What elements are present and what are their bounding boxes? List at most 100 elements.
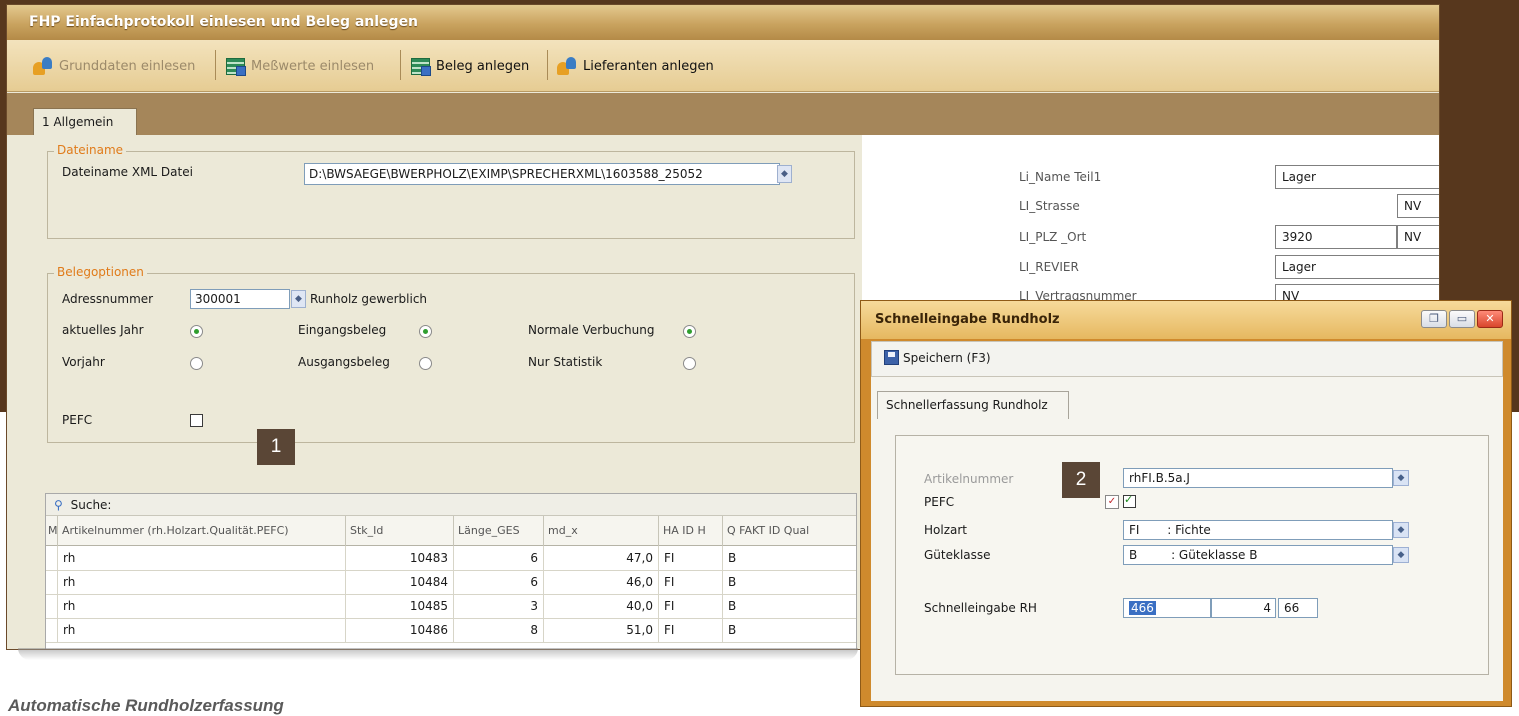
dialog-form-panel: Artikelnummer rhFI.B.5a.J ◆ PEFC ✓ Holza… bbox=[895, 435, 1489, 675]
belegoptionen-group: Belegoptionen Adressnummer 300001 ◆ Runh… bbox=[47, 265, 855, 443]
nur-statistik-radio[interactable] bbox=[683, 357, 696, 370]
tab-schnellerfassung[interactable]: Schnellerfassung Rundholz bbox=[877, 391, 1069, 419]
pefc-label: PEFC bbox=[62, 413, 93, 427]
normale-verbuchung-radio[interactable] bbox=[683, 325, 696, 338]
column-header[interactable]: Q FAKT ID Qual bbox=[723, 516, 856, 546]
dateiname-xml-input[interactable]: D:\BWSAEGE\BWERPHOLZ\EXIMP\SPRECHERXML\1… bbox=[304, 163, 780, 185]
table-cell: FI bbox=[659, 570, 723, 594]
table-cell: rh bbox=[58, 618, 346, 642]
floppy-disk-icon bbox=[884, 350, 899, 365]
holzart-select[interactable]: FI : Fichte bbox=[1123, 520, 1393, 540]
table-cell: FI bbox=[659, 618, 723, 642]
aktuelles-jahr-radio[interactable] bbox=[190, 325, 203, 338]
adressnummer-spin-icon[interactable]: ◆ bbox=[291, 290, 306, 308]
aktuelles-jahr-label: aktuelles Jahr bbox=[62, 323, 144, 337]
toolbar-separator bbox=[547, 50, 548, 80]
adressnummer-input[interactable]: 300001 bbox=[190, 289, 290, 309]
vorjahr-radio[interactable] bbox=[190, 357, 203, 370]
li-plz-field[interactable]: 3920 bbox=[1275, 225, 1397, 249]
tab-allgemein[interactable]: 1 Allgemein bbox=[33, 108, 137, 136]
table-cell: rh bbox=[58, 546, 346, 570]
artikelnummer-input[interactable]: rhFI.B.5a.J bbox=[1123, 468, 1393, 488]
table-row[interactable]: rh 10484 6 46,0 FI B bbox=[46, 570, 856, 595]
edit-pencil-icon[interactable]: ✓ bbox=[1105, 495, 1119, 509]
beleg-anlegen-button[interactable]: Beleg anlegen bbox=[410, 53, 529, 79]
table-cell: rh bbox=[58, 594, 346, 618]
restore-icon[interactable]: ❐ bbox=[1421, 310, 1447, 328]
li-strasse-label: LI_Strasse bbox=[1019, 199, 1080, 213]
artikelnummer-spin-icon[interactable]: ◆ bbox=[1393, 470, 1409, 486]
column-header[interactable]: HA ID H bbox=[659, 516, 723, 546]
table-cell: 10484 bbox=[346, 570, 454, 594]
messwerte-einlesen-button[interactable]: Meßwerte einlesen bbox=[225, 53, 374, 79]
schnelleingabe-input[interactable]: 466 bbox=[1123, 598, 1211, 618]
data-grid: ⚲ Suche: M Artikelnummer (rh.Holzart.Qua… bbox=[45, 493, 857, 649]
gueteklasse-dropdown-icon[interactable]: ◆ bbox=[1393, 547, 1409, 563]
laenge-field[interactable]: 66 bbox=[1278, 598, 1318, 618]
pefc-checkbox[interactable] bbox=[190, 414, 203, 427]
table-cell: 6 bbox=[454, 570, 544, 594]
table-row[interactable]: rh 10483 6 47,0 FI B bbox=[46, 546, 856, 571]
holzart-label: Holzart bbox=[924, 523, 967, 537]
minimize-icon[interactable]: ▭ bbox=[1449, 310, 1475, 328]
table-cell bbox=[46, 594, 58, 618]
table-cell: 10483 bbox=[346, 546, 454, 570]
runholz-label: Runholz gewerblich bbox=[310, 292, 428, 306]
column-header[interactable]: Länge_GES bbox=[454, 516, 544, 546]
speichern-button[interactable]: Speichern (F3) bbox=[884, 350, 991, 365]
dialog-pefc-checkbox[interactable] bbox=[1123, 493, 1136, 508]
gueteklasse-select[interactable]: B : Güteklasse B bbox=[1123, 545, 1393, 565]
people-icon bbox=[33, 56, 53, 76]
li-name-field[interactable]: Lager bbox=[1275, 165, 1439, 189]
normale-verbuchung-label: Normale Verbuchung bbox=[528, 323, 655, 337]
schnelleingabe-dialog: Schnelleingabe Rundholz ❐ ▭ ✕ Speichern … bbox=[860, 300, 1512, 707]
li-name-label: Li_Name Teil1 bbox=[1019, 170, 1102, 184]
dateiname-legend: Dateiname bbox=[54, 143, 127, 157]
vorjahr-label: Vorjahr bbox=[62, 355, 105, 369]
holzart-name: : Fichte bbox=[1167, 523, 1211, 537]
gueteklasse-code: B bbox=[1129, 548, 1138, 562]
people-icon bbox=[557, 56, 577, 76]
table-cell: B bbox=[723, 594, 856, 618]
dateiname-spin-icon[interactable]: ◆ bbox=[777, 165, 792, 183]
grid-search-bar[interactable]: ⚲ Suche: bbox=[46, 494, 856, 516]
table-cell bbox=[46, 570, 58, 594]
column-header[interactable]: Stk_Id bbox=[346, 516, 454, 546]
gueteklasse-label: Güteklasse bbox=[924, 548, 991, 562]
stk-field[interactable]: 4 bbox=[1211, 598, 1276, 618]
ausgangsbeleg-radio[interactable] bbox=[419, 357, 432, 370]
close-icon[interactable]: ✕ bbox=[1477, 310, 1503, 328]
holzart-dropdown-icon[interactable]: ◆ bbox=[1393, 522, 1409, 538]
lieferanten-anlegen-button[interactable]: Lieferanten anlegen bbox=[557, 53, 714, 79]
table-cell: 46,0 bbox=[544, 570, 659, 594]
li-strasse-field[interactable]: NV bbox=[1397, 194, 1439, 218]
gueteklasse-name: : Güteklasse B bbox=[1171, 548, 1258, 562]
grid-header: M Artikelnummer (rh.Holzart.Qualität.PEF… bbox=[46, 516, 856, 546]
info-panel: Li_Name Teil1 Lager LI_Strasse NV LI_PLZ… bbox=[862, 135, 1439, 308]
column-header[interactable]: Artikelnummer (rh.Holzart.Qualität.PEFC) bbox=[58, 516, 346, 546]
schnelleingabe-selected-text: 466 bbox=[1129, 601, 1156, 615]
table-cell: rh bbox=[58, 570, 346, 594]
callout-badge-2: 2 bbox=[1062, 462, 1100, 498]
holzart-code: FI bbox=[1129, 523, 1140, 537]
dateiname-label: Dateiname XML Datei bbox=[62, 165, 193, 179]
table-icon bbox=[410, 56, 431, 76]
window-shadow bbox=[18, 648, 858, 660]
dialog-window-controls: ❐ ▭ ✕ bbox=[1421, 310, 1503, 328]
table-cell: FI bbox=[659, 546, 723, 570]
dialog-pefc-label: PEFC bbox=[924, 495, 955, 509]
belegoptionen-legend: Belegoptionen bbox=[54, 265, 147, 279]
table-row[interactable]: rh 10486 8 51,0 FI B bbox=[46, 618, 856, 643]
eingangsbeleg-label: Eingangsbeleg bbox=[298, 323, 387, 337]
dialog-title: Schnelleingabe Rundholz bbox=[861, 301, 1511, 339]
table-cell: 3 bbox=[454, 594, 544, 618]
table-row[interactable]: rh 10485 3 40,0 FI B bbox=[46, 594, 856, 619]
column-header[interactable]: M bbox=[46, 516, 58, 546]
toolbar: Grunddaten einlesen Meßwerte einlesen Be… bbox=[7, 40, 1439, 92]
li-revier-field[interactable]: Lager bbox=[1275, 255, 1439, 279]
column-header[interactable]: md_x bbox=[544, 516, 659, 546]
eingangsbeleg-radio[interactable] bbox=[419, 325, 432, 338]
table-cell: B bbox=[723, 546, 856, 570]
grunddaten-einlesen-button[interactable]: Grunddaten einlesen bbox=[33, 53, 195, 79]
li-ort-field[interactable]: NV bbox=[1397, 225, 1439, 249]
